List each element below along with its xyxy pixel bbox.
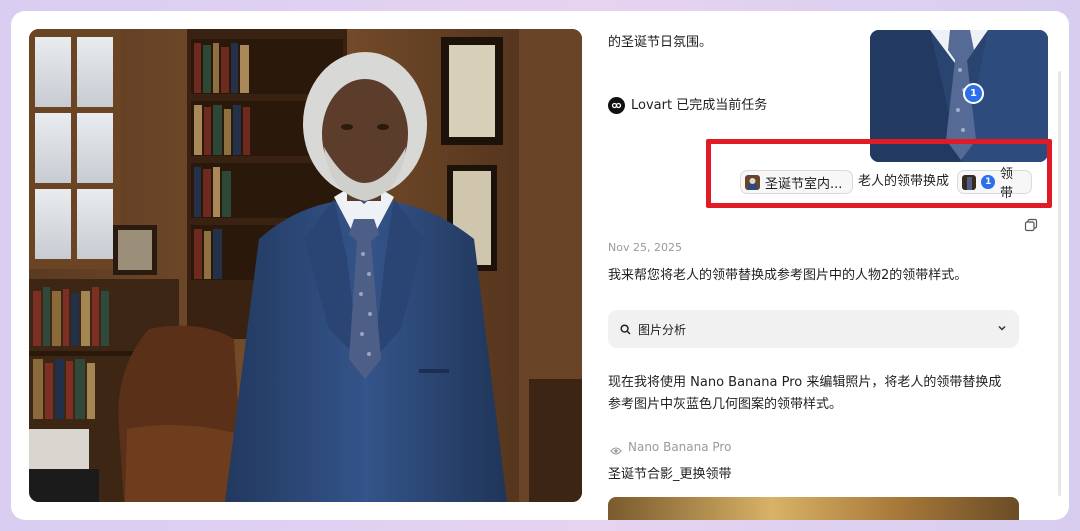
lovart-logo-icon [608,97,625,114]
chip-image-icon [745,174,760,190]
copy-icon[interactable] [1024,217,1038,232]
result-title: 圣诞节合影_更换领带 [608,467,732,482]
search-icon [620,323,631,335]
image-analysis-dropdown[interactable]: 图片分析 [608,310,1019,348]
chip-number-badge: 1 [981,175,995,189]
prompt-middle-text: 老人的领带换成 [858,174,950,189]
model-label: Nano Banana Pro [628,440,732,454]
message-tail-text: 的圣诞节日氛围。 [608,35,713,50]
analysis-label: 图片分析 [638,322,687,337]
assistant-message-2-line1: 现在我将使用 Nano Banana Pro 来编辑照片，将老人的领带替换成 [608,375,1002,390]
chip-label: 圣诞节室内... [765,176,843,192]
eye-icon [610,441,622,460]
reference-number-badge: 1 [963,83,984,104]
portrait-image [29,29,582,502]
assistant-message-1: 我来帮您将老人的领带替换成参考图片中的人物2的领带样式。 [608,268,968,283]
chat-panel: 的圣诞节日氛围。 1 Lovart 已完成当前任务 圣诞节室内... 老人的领带… [597,11,1069,520]
chip-label: 领带 [999,167,1013,201]
chat-scrollbar[interactable] [1058,71,1061,496]
main-photo[interactable] [29,29,582,502]
reference-chip-christmas[interactable]: 圣诞节室内... [740,170,853,194]
main-card: 的圣诞节日氛围。 1 Lovart 已完成当前任务 圣诞节室内... 老人的领带… [11,11,1069,520]
chevron-down-icon [997,322,1007,336]
message-date: Nov 25, 2025 [608,241,682,254]
reference-chip-tie[interactable]: 1 领带 [957,167,1032,201]
lovart-status-text: Lovart 已完成当前任务 [631,98,768,113]
chip-image-icon [962,174,977,190]
assistant-message-2-line2: 参考图片中灰蓝色几何图案的领带样式。 [608,397,843,412]
result-image-preview[interactable] [608,497,1019,520]
